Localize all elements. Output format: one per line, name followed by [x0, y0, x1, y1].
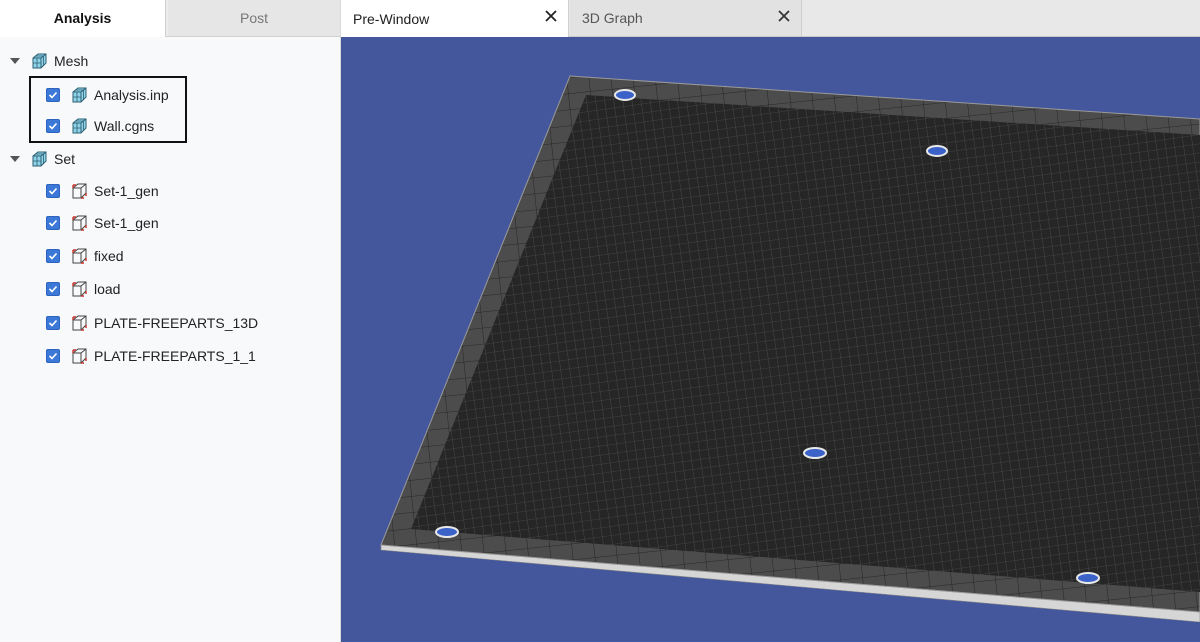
set-cube-icon — [72, 348, 87, 364]
tree-label-set-item: PLATE-FREEPARTS_13D — [94, 315, 259, 331]
3d-viewport[interactable] — [341, 37, 1200, 642]
tree-label-set: Set — [54, 151, 76, 167]
tree-item-set-6[interactable]: PLATE-FREEPARTS_1_1 — [46, 343, 256, 369]
tree-label-set-item: PLATE-FREEPARTS_1_1 — [94, 348, 256, 364]
set-cube-icon — [72, 183, 87, 199]
tab-label: Pre-Window — [353, 10, 430, 27]
model-tree-panel: Analysis Post Mesh Analysis.inp Wall.cgn… — [0, 0, 341, 642]
tab-analysis[interactable]: Analysis — [0, 0, 166, 37]
tree-label-mesh: Mesh — [54, 53, 89, 69]
tree-label-set-item: Set-1_gen — [94, 215, 159, 231]
checkbox-checked-icon[interactable] — [46, 249, 60, 263]
tree-item-set-2[interactable]: Set-1_gen — [46, 210, 159, 236]
checkbox-checked-icon[interactable] — [46, 184, 60, 198]
tree-label-set-item: fixed — [94, 248, 124, 264]
caret-down-icon[interactable] — [10, 58, 20, 64]
tab-3d-graph[interactable]: 3D Graph — [570, 0, 802, 36]
tree-item-set-3[interactable]: fixed — [46, 243, 124, 269]
mesh-plate-render — [380, 75, 1200, 623]
selection-highlight-box — [29, 76, 187, 143]
checkbox-checked-icon[interactable] — [46, 282, 60, 296]
tree-item-set-4[interactable]: load — [46, 276, 120, 302]
set-cube-icon — [72, 215, 87, 231]
plate-dense-mesh — [411, 95, 1200, 592]
caret-down-icon[interactable] — [10, 156, 20, 162]
checkbox-checked-icon[interactable] — [46, 216, 60, 230]
tab-post[interactable]: Post — [168, 0, 340, 36]
tab-label: 3D Graph — [582, 10, 643, 26]
checkbox-checked-icon[interactable] — [46, 316, 60, 330]
tree-item-set-1[interactable]: Set-1_gen — [46, 178, 159, 204]
tree-item-set-5[interactable]: PLATE-FREEPARTS_13D — [46, 310, 258, 336]
tree-node-set[interactable]: Set — [10, 146, 75, 172]
close-icon[interactable] — [544, 9, 558, 23]
set-cube-icon — [72, 315, 87, 331]
document-tab-bar: Pre-Window 3D Graph — [341, 0, 1200, 37]
set-cube-icon — [72, 281, 87, 297]
mesh-cube-icon — [32, 151, 47, 167]
checkbox-checked-icon[interactable] — [46, 349, 60, 363]
set-cube-icon — [72, 248, 87, 264]
close-icon[interactable] — [777, 9, 791, 23]
left-tab-bar: Analysis Post — [0, 0, 340, 37]
mesh-cube-icon — [32, 53, 47, 69]
tree-node-mesh[interactable]: Mesh — [10, 48, 88, 74]
tab-pre-window[interactable]: Pre-Window — [341, 0, 569, 37]
tree-label-set-item: load — [94, 281, 121, 297]
tree-label-set-item: Set-1_gen — [94, 183, 159, 199]
